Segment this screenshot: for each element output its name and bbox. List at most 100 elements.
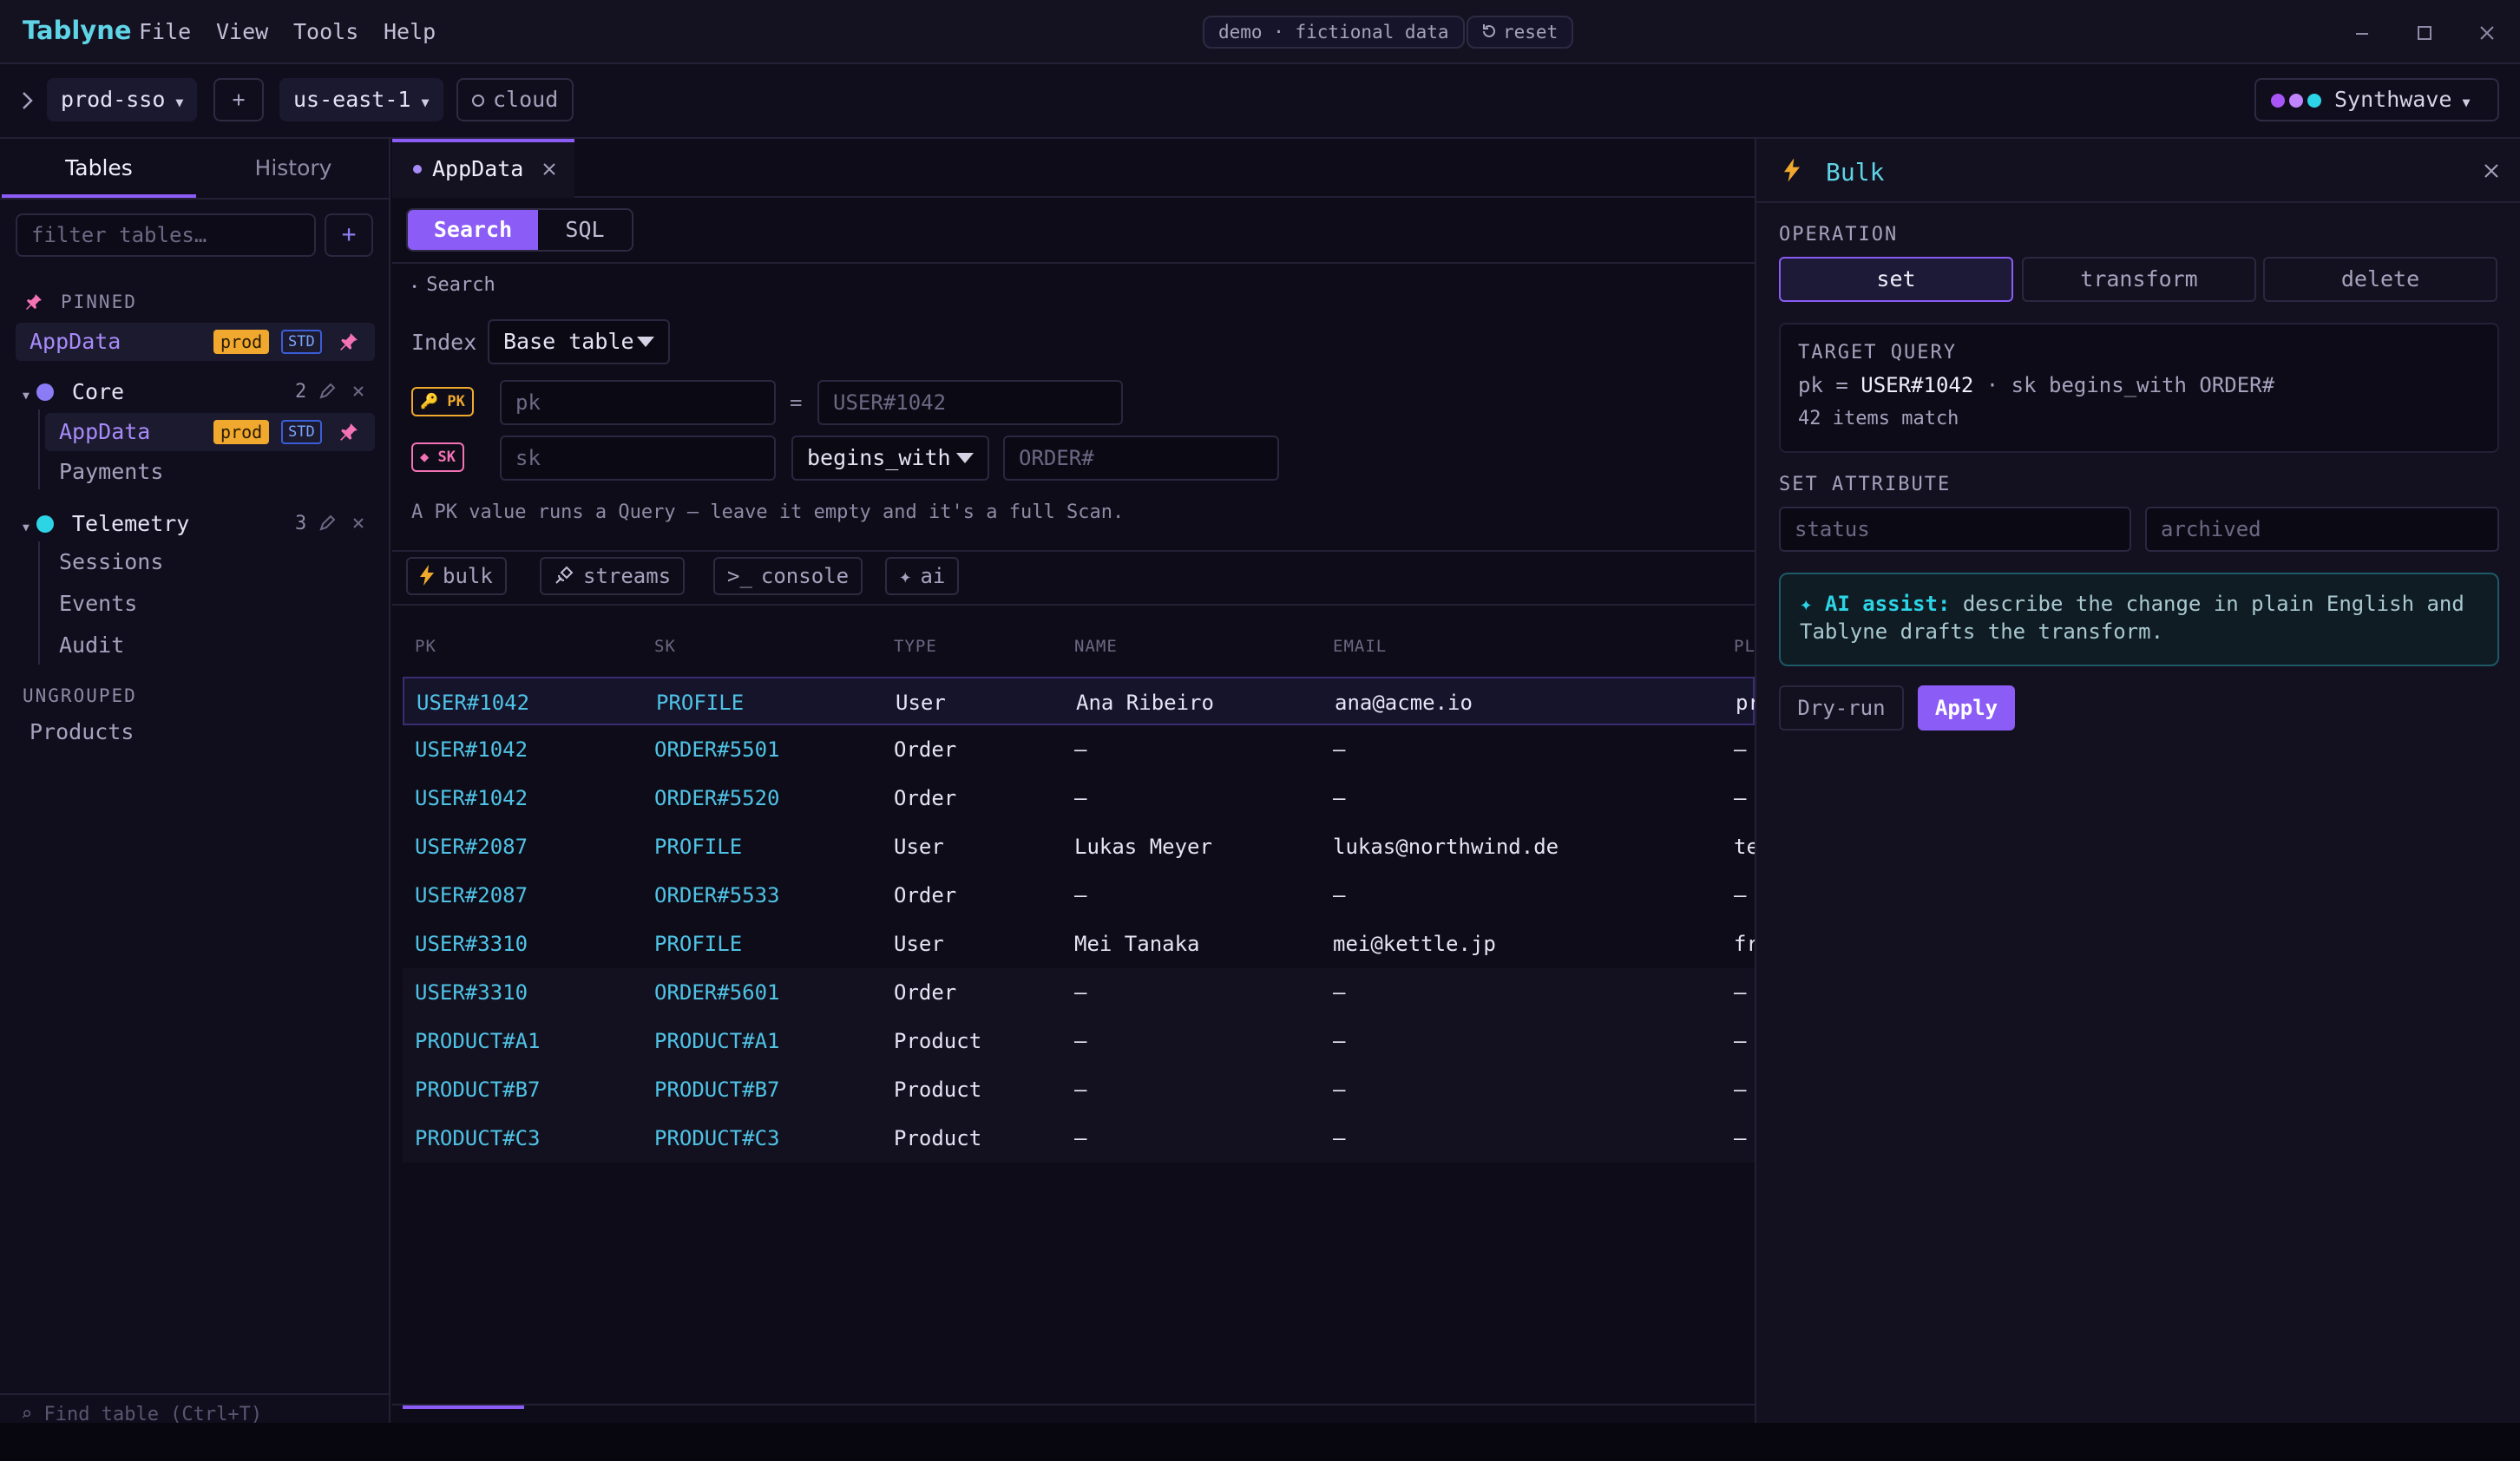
group-telemetry[interactable]: ▼ Telemetry 3 [23, 507, 375, 541]
table-cell-pl[interactable]: pr [1736, 678, 1756, 727]
sidebar-item-sessions[interactable]: Sessions [45, 543, 375, 581]
table-cell-pk[interactable]: USER#2087 [415, 871, 649, 920]
menu-tools[interactable]: Tools [293, 19, 358, 44]
streams-action-button[interactable]: streams [540, 557, 686, 595]
remove-group-icon[interactable] [351, 515, 366, 531]
table-row[interactable]: USER#3310 PROFILE User Mei Tanaka mei@kettle… [403, 920, 1755, 968]
table-cell-email[interactable]: — [1333, 1114, 1732, 1163]
table-cell-name[interactable]: — [1074, 725, 1326, 774]
table-cell-email[interactable]: — [1333, 774, 1732, 822]
table-cell-type[interactable]: User [894, 822, 1067, 871]
sidebar-item-products[interactable]: Products [16, 713, 375, 751]
bulk-action-button[interactable]: bulk [406, 557, 507, 595]
table-row[interactable]: USER#1042 PROFILE User Ana Ribeiro ana@acme.… [403, 677, 1756, 727]
tab-history[interactable]: History [196, 139, 390, 198]
table-cell-sk[interactable]: PRODUCT#B7 [654, 1065, 889, 1114]
pin-table-icon[interactable] [338, 422, 359, 442]
table-cell-pl[interactable]: — [1734, 1065, 1755, 1114]
table-cell-name[interactable]: — [1074, 1065, 1326, 1114]
sk-value-input[interactable] [1003, 436, 1279, 481]
table-cell-type[interactable]: Product [894, 1065, 1067, 1114]
table-cell-pl[interactable]: — [1734, 1017, 1755, 1065]
table-cell-type[interactable]: User [896, 678, 1069, 727]
console-action-button[interactable]: >_ console [713, 557, 863, 595]
table-row[interactable]: PRODUCT#B7 PRODUCT#B7 Product — — — [403, 1065, 1755, 1114]
table-cell-pk[interactable]: USER#1042 [417, 678, 651, 727]
attribute-name-input[interactable] [1779, 507, 2131, 552]
minimize-icon[interactable] [2345, 16, 2379, 50]
region-dropdown[interactable]: us-east-1 ▼ [279, 78, 443, 121]
ai-assist-box[interactable]: ✦ AI assist: describe the change in plai… [1779, 573, 2499, 666]
column-header-type[interactable]: TYPE [894, 637, 937, 656]
edit-group-icon[interactable] [318, 514, 337, 533]
table-cell-name[interactable]: — [1074, 1114, 1326, 1163]
tab-appdata[interactable]: AppData [392, 139, 574, 198]
table-cell-pk[interactable]: USER#3310 [415, 968, 649, 1017]
table-cell-sk[interactable]: PROFILE [654, 822, 889, 871]
table-cell-type[interactable]: Order [894, 725, 1067, 774]
reset-button[interactable]: reset [1467, 16, 1574, 49]
unpin-icon[interactable] [338, 331, 359, 352]
search-mode-button[interactable]: Search [408, 210, 538, 250]
table-row[interactable]: PRODUCT#C3 PRODUCT#C3 Product — — — [403, 1114, 1755, 1163]
sk-operator-select[interactable]: begins_with [791, 436, 989, 481]
expand-sidebar-chevron-icon[interactable] [17, 88, 38, 113]
window-close-icon[interactable] [2470, 16, 2504, 50]
add-profile-button[interactable]: + [213, 78, 264, 121]
table-cell-name[interactable]: Ana Ribeiro [1076, 678, 1328, 727]
table-cell-sk[interactable]: ORDER#5501 [654, 725, 889, 774]
attribute-value-input[interactable] [2145, 507, 2499, 552]
cloud-toggle[interactable]: cloud [456, 78, 574, 121]
sidebar-item-appdata[interactable]: AppData prod STD [45, 413, 375, 451]
tab-tables[interactable]: Tables [2, 139, 196, 198]
table-cell-pl[interactable]: — [1734, 725, 1755, 774]
table-cell-pl[interactable]: — [1734, 1114, 1755, 1163]
column-header-email[interactable]: EMAIL [1333, 637, 1387, 656]
index-select[interactable]: Base table [488, 319, 670, 364]
add-table-button[interactable]: + [325, 213, 373, 257]
column-header-pl[interactable]: PL [1734, 637, 1755, 656]
table-row[interactable]: USER#2087 PROFILE User Lukas Meyer lukas@nor… [403, 822, 1755, 871]
profile-dropdown[interactable]: prod-sso ▼ [47, 78, 198, 121]
sidebar-item-events[interactable]: Events [45, 585, 375, 623]
table-cell-pl[interactable]: — [1734, 871, 1755, 920]
find-table-hint[interactable]: ⌕ Find table (Ctrl+T) [0, 1393, 389, 1423]
theme-dropdown[interactable]: Synthwave ▼ [2254, 78, 2499, 121]
column-header-name[interactable]: NAME [1074, 637, 1118, 656]
table-cell-name[interactable]: Lukas Meyer [1074, 822, 1326, 871]
table-cell-name[interactable]: — [1074, 871, 1326, 920]
table-cell-pk[interactable]: USER#1042 [415, 774, 649, 822]
sk-attribute-input[interactable] [500, 436, 776, 481]
table-row[interactable]: PRODUCT#A1 PRODUCT#A1 Product — — — [403, 1017, 1755, 1065]
table-cell-sk[interactable]: ORDER#5601 [654, 968, 889, 1017]
table-cell-type[interactable]: Product [894, 1114, 1067, 1163]
apply-button[interactable]: Apply [1918, 685, 2015, 730]
menu-file[interactable]: File [139, 19, 191, 44]
close-tab-icon[interactable] [540, 160, 559, 179]
edit-group-icon[interactable] [318, 382, 337, 401]
table-cell-name[interactable]: — [1074, 1017, 1326, 1065]
table-cell-type[interactable]: Order [894, 871, 1067, 920]
table-cell-type[interactable]: Order [894, 774, 1067, 822]
table-cell-email[interactable]: ana@acme.io [1335, 678, 1734, 727]
table-cell-email[interactable]: — [1333, 1017, 1732, 1065]
sidebar-item-payments[interactable]: Payments [45, 453, 375, 491]
table-cell-type[interactable]: Product [894, 1017, 1067, 1065]
table-cell-email[interactable]: lukas@northwind.de [1333, 822, 1732, 871]
group-core[interactable]: ▼ Core 2 [23, 375, 375, 409]
remove-group-icon[interactable] [351, 383, 366, 399]
filter-tables-input[interactable] [16, 213, 316, 257]
operation-delete-button[interactable]: delete [2263, 257, 2497, 302]
table-cell-email[interactable]: — [1333, 871, 1732, 920]
pk-attribute-input[interactable] [500, 380, 776, 425]
table-cell-type[interactable]: User [894, 920, 1067, 968]
sql-mode-button[interactable]: SQL [538, 210, 632, 250]
table-cell-email[interactable]: — [1333, 725, 1732, 774]
table-cell-sk[interactable]: PRODUCT#A1 [654, 1017, 889, 1065]
table-cell-pk[interactable]: PRODUCT#C3 [415, 1114, 649, 1163]
table-cell-pk[interactable]: USER#1042 [415, 725, 649, 774]
column-header-sk[interactable]: SK [654, 637, 676, 656]
table-row[interactable]: USER#3310 ORDER#5601 Order — — — [403, 968, 1755, 1017]
sidebar-item-audit[interactable]: Audit [45, 626, 375, 665]
table-cell-sk[interactable]: PRODUCT#C3 [654, 1114, 889, 1163]
